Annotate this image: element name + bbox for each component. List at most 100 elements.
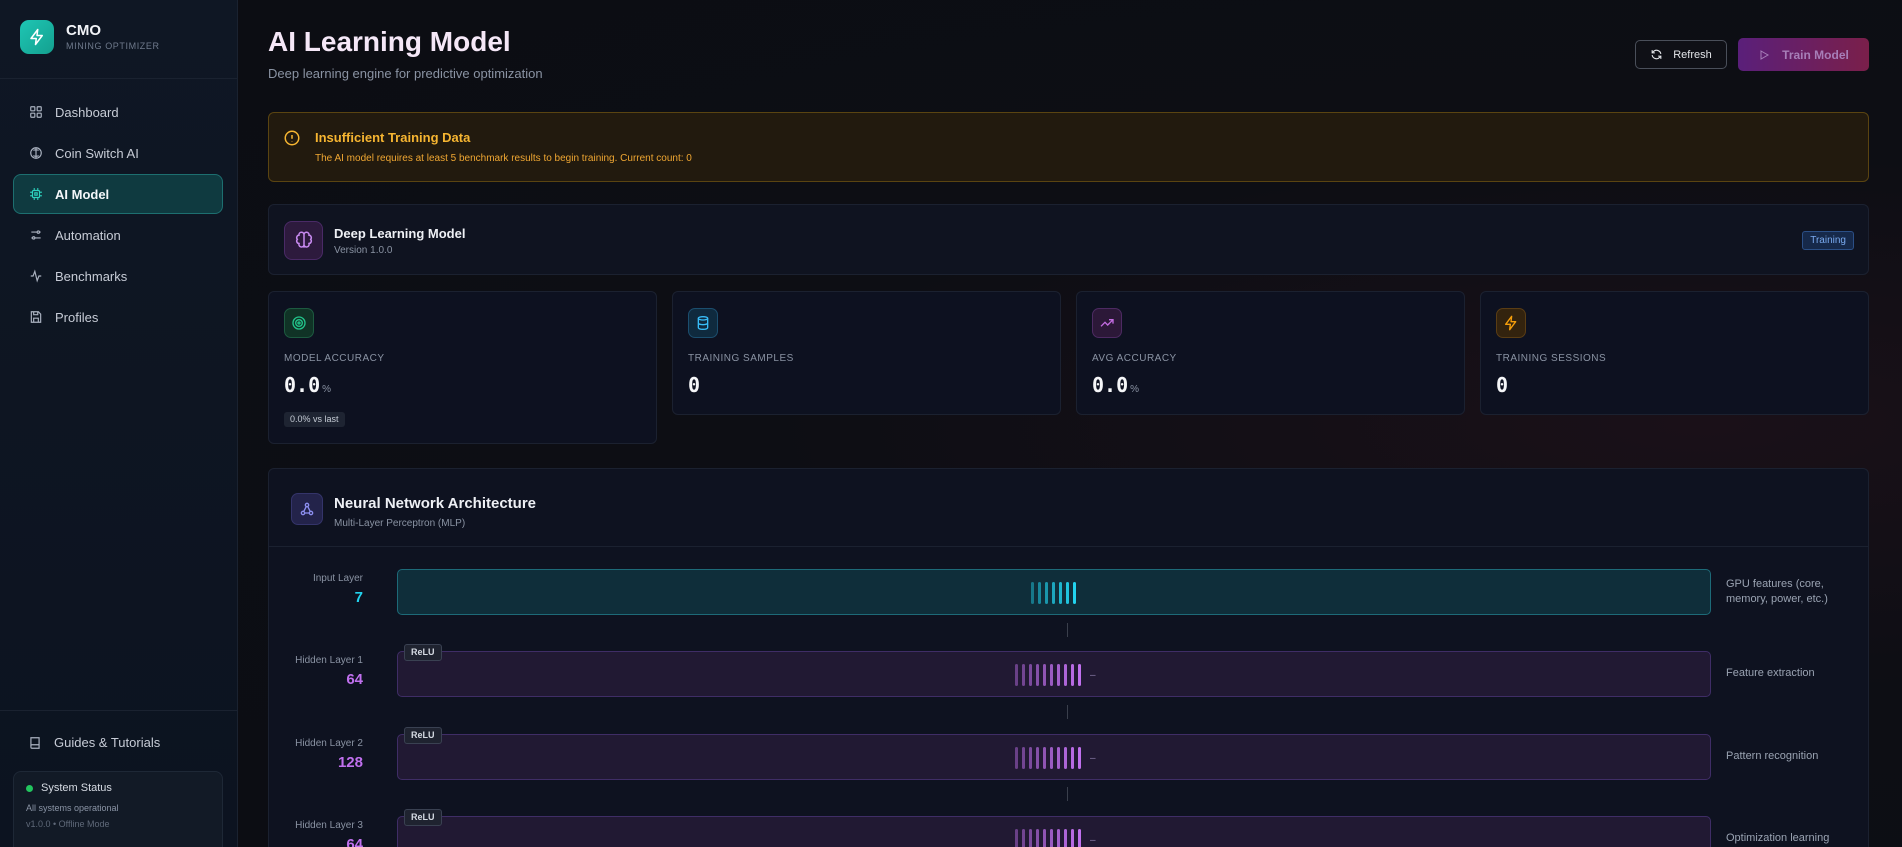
layer-neuron-count: 64 <box>346 671 363 688</box>
neuron-bar <box>1015 747 1018 769</box>
layer-neuron-count: 128 <box>337 754 363 771</box>
sidebar: CMO MINING OPTIMIZER Dashboard Coin Swit… <box>0 0 238 847</box>
status-badge: Training <box>1802 231 1854 250</box>
neuron-bar <box>1036 829 1039 847</box>
guides-tutorials-link[interactable]: Guides & Tutorials <box>28 735 160 750</box>
status-indicator-dot <box>26 784 33 792</box>
neuron-bar <box>1031 582 1034 604</box>
layer-name: Hidden Layer 2 <box>295 738 363 749</box>
model-info-card: Deep Learning Model Version 1.0.0 Traini… <box>268 204 1869 275</box>
sidebar-item-label: Dashboard <box>55 104 119 120</box>
neuron-bar <box>1066 582 1069 604</box>
sidebar-divider <box>0 710 238 711</box>
stat-card-training-sessions: TRAINING SESSIONS 0 <box>1480 291 1869 415</box>
model-version: Version 1.0.0 <box>334 245 393 256</box>
layer-connector <box>1067 787 1068 801</box>
neuron-bar <box>1029 829 1032 847</box>
stat-label: TRAINING SAMPLES <box>688 353 794 364</box>
system-status-card: System Status All systems operational v1… <box>13 771 223 847</box>
neuron-bar <box>1071 664 1074 686</box>
neuron-bar <box>1038 582 1041 604</box>
stat-value: 0 <box>1496 373 1509 397</box>
layer-row-hidden-3: Hidden Layer 3 64 ReLU – Optimization le… <box>269 809 1868 847</box>
lightning-logo-icon <box>20 20 54 54</box>
refresh-button[interactable]: Refresh <box>1635 40 1727 69</box>
neuron-bar <box>1043 747 1046 769</box>
neuron-bar <box>1064 664 1067 686</box>
refresh-icon <box>1651 49 1662 60</box>
coin-icon <box>30 147 42 159</box>
sidebar-nav: Dashboard Coin Switch AI AI Model Automa… <box>13 92 223 338</box>
sidebar-item-benchmarks[interactable]: Benchmarks <box>13 256 223 296</box>
layer-bar[interactable]: ReLU – <box>397 809 1711 847</box>
status-title: System Status <box>41 782 112 794</box>
neuron-bar <box>1078 664 1081 686</box>
main-content: AI Learning Model Deep learning engine f… <box>238 0 1902 847</box>
stat-value: 0 <box>688 373 701 397</box>
neuron-bar <box>1057 747 1060 769</box>
layer-name: Hidden Layer 3 <box>295 820 363 831</box>
sidebar-item-ai-model[interactable]: AI Model <box>13 174 223 214</box>
stat-label: TRAINING SESSIONS <box>1496 353 1607 364</box>
layer-description: Pattern recognition <box>1726 750 1819 762</box>
network-subtitle: Multi-Layer Perceptron (MLP) <box>334 518 466 529</box>
page-title: AI Learning Model <box>268 26 511 57</box>
brand[interactable]: CMO MINING OPTIMIZER <box>20 20 160 54</box>
target-icon <box>284 308 314 338</box>
book-icon <box>30 736 40 749</box>
activation-badge: ReLU <box>404 809 442 826</box>
sliders-icon <box>31 230 41 240</box>
model-name: Deep Learning Model <box>334 226 466 241</box>
sidebar-item-dashboard[interactable]: Dashboard <box>13 92 223 132</box>
neuron-bar <box>1078 829 1081 847</box>
sidebar-item-automation[interactable]: Automation <box>13 215 223 255</box>
layer-row-hidden-1: Hidden Layer 1 64 ReLU – Feature extract… <box>269 644 1868 697</box>
neuron-bar <box>1045 582 1048 604</box>
layer-bar[interactable]: ReLU – <box>397 644 1711 697</box>
neuron-bar <box>1015 829 1018 847</box>
sidebar-item-label: AI Model <box>55 186 110 202</box>
layer-neuron-count: 7 <box>354 589 363 606</box>
neuron-bar <box>1050 747 1053 769</box>
layer-name: Hidden Layer 1 <box>295 655 363 666</box>
play-icon <box>1760 49 1770 60</box>
layer-bar[interactable] <box>397 569 1711 615</box>
cpu-icon <box>30 188 42 200</box>
network-icon <box>291 493 323 525</box>
guides-label: Guides & Tutorials <box>54 735 161 750</box>
sidebar-divider <box>0 78 238 79</box>
brain-icon <box>284 221 323 260</box>
neuron-bar <box>1036 664 1039 686</box>
neuron-bar <box>1015 664 1018 686</box>
version-text: v1.0.0 • Offline Mode <box>26 819 110 829</box>
activation-badge: ReLU <box>404 727 442 744</box>
stat-value: 0.0% <box>1092 373 1140 397</box>
layer-row-input: Input Layer 7 GPU features (core, memory… <box>269 569 1868 615</box>
alert-title: Insufficient Training Data <box>315 130 471 145</box>
more-neurons-indicator: – <box>1090 752 1096 764</box>
layer-bar[interactable]: ReLU – <box>397 727 1711 780</box>
train-model-button[interactable]: Train Model <box>1738 38 1869 71</box>
neuron-bar <box>1057 664 1060 686</box>
stat-card-model-accuracy: MODEL ACCURACY 0.0% 0.0% vs last <box>268 291 657 444</box>
neuron-bar <box>1022 747 1025 769</box>
grid-icon <box>30 106 42 118</box>
layer-name: Input Layer <box>312 573 363 584</box>
sidebar-item-label: Benchmarks <box>55 268 128 284</box>
card-divider <box>269 546 1868 547</box>
sidebar-item-profiles[interactable]: Profiles <box>13 297 223 337</box>
neuron-bar <box>1029 664 1032 686</box>
save-icon <box>30 311 42 323</box>
neuron-strip <box>1031 582 1080 604</box>
layer-row-hidden-2: Hidden Layer 2 128 ReLU – Pattern recogn… <box>269 727 1868 780</box>
stat-label: MODEL ACCURACY <box>284 353 385 364</box>
layer-connector <box>1067 623 1068 637</box>
train-model-label: Train Model <box>1782 47 1849 62</box>
status-text: All systems operational <box>26 803 119 813</box>
neural-network-card: Neural Network Architecture Multi-Layer … <box>268 468 1869 847</box>
stat-label: AVG ACCURACY <box>1092 353 1177 364</box>
layer-description: Feature extraction <box>1726 667 1815 679</box>
stat-value: 0.0% <box>284 373 332 397</box>
sidebar-item-coin-switch-ai[interactable]: Coin Switch AI <box>13 133 223 173</box>
sidebar-item-label: Profiles <box>55 309 99 325</box>
